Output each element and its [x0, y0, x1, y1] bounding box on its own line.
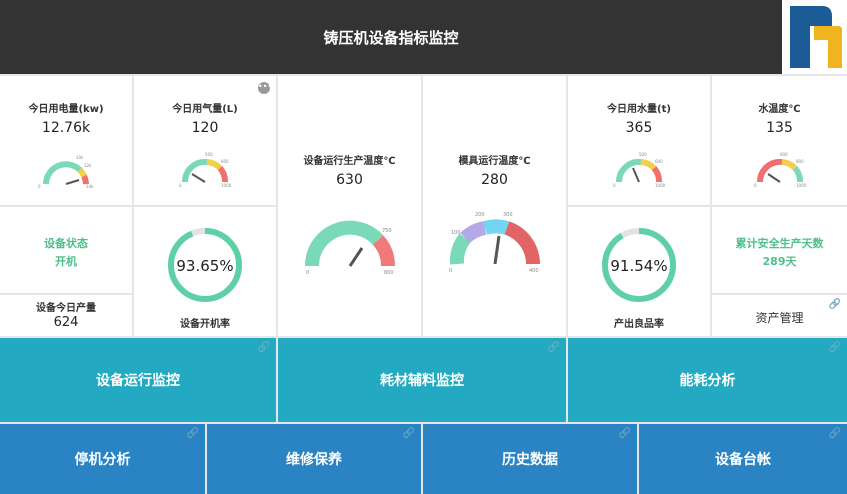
- mold-temp-gauge: 0 100 200 300 400: [449, 212, 540, 274]
- yield-value: 91.54%: [610, 257, 668, 275]
- yield-label: 产出良品率: [614, 319, 664, 330]
- device-temp-card: 设备运行生产温度℃ 630 0 750 800: [278, 76, 421, 336]
- daily-output-value: 624: [53, 315, 79, 330]
- gas-tick-3: 1000: [221, 183, 232, 188]
- uptime-label: 设备开机率: [180, 319, 230, 330]
- history-data-tile[interactable]: 🔗 历史数据: [423, 424, 637, 494]
- equipment-ledger-label: 设备台帐: [715, 452, 771, 468]
- mold-temp-tick-4: 400: [529, 268, 539, 274]
- water-tick-0: 0: [613, 183, 616, 188]
- mold-temp-label: 模具运行温度℃: [458, 156, 531, 167]
- device-temp-value: 630: [336, 172, 363, 188]
- mold-temp-tick-3: 300: [503, 212, 513, 218]
- water-temp-tick-1: 600: [780, 152, 788, 157]
- mold-temp-tick-0: 0: [449, 268, 452, 274]
- link-icon: 🔗: [257, 342, 270, 353]
- gas-tick-0: 0: [179, 183, 182, 188]
- consumables-monitoring-label: 耗材辅料监控: [380, 373, 464, 389]
- water-label: 今日用水量(t): [607, 104, 671, 115]
- link-icon: 🔗: [618, 428, 631, 439]
- downtime-analysis-tile[interactable]: 🔗 停机分析: [0, 424, 205, 494]
- mold-temp-card: 模具运行温度℃ 280 0 100 200 300 400: [423, 76, 566, 336]
- link-icon: 🔗: [828, 428, 841, 439]
- equipment-ledger-tile[interactable]: 🔗 设备台帐: [639, 424, 847, 494]
- device-temp-tick-1: 750: [382, 228, 392, 234]
- daily-output-label: 设备今日产量: [36, 303, 96, 314]
- electricity-card: 今日用电量(kw) 12.76k 0 10k 12k 14k: [0, 76, 132, 205]
- water-card: 今日用水量(t) 365 0 500 600 1000: [568, 76, 710, 205]
- electricity-tick-2: 12k: [84, 163, 92, 168]
- equipment-monitoring-label: 设备运行监控: [96, 373, 180, 389]
- daily-output-card: 设备今日产量 624: [0, 295, 132, 336]
- energy-analysis-label: 能耗分析: [679, 373, 736, 389]
- gas-tick-2: 600: [221, 159, 229, 164]
- downtime-analysis-label: 停机分析: [74, 452, 131, 468]
- water-temp-tick-0: 0: [754, 183, 757, 188]
- water-temp-card: 水温度℃ 135 0 600 800 1000: [712, 76, 847, 205]
- electricity-label: 今日用电量(kw): [28, 104, 104, 115]
- device-temp-tick-0: 0: [306, 270, 309, 276]
- water-tick-1: 500: [639, 152, 647, 157]
- mold-temp-value: 280: [481, 172, 508, 188]
- page-title-bar: 铸压机设备指标监控: [0, 0, 782, 74]
- safety-days-label: 累计安全生产天数: [735, 237, 824, 250]
- device-temp-label: 设备运行生产温度℃: [303, 156, 396, 167]
- water-temp-tick-2: 800: [796, 159, 804, 164]
- yield-card: 91.54% 产出良品率: [568, 207, 710, 336]
- electricity-tick-1: 10k: [76, 155, 84, 160]
- electricity-tick-3: 14k: [86, 184, 94, 188]
- more-icon[interactable]: •••: [258, 82, 272, 94]
- link-icon: 🔗: [402, 428, 415, 439]
- company-logo: [782, 0, 847, 74]
- maintenance-label: 维修保养: [286, 452, 342, 468]
- water-value: 365: [625, 120, 653, 136]
- gas-card: ••• 今日用气量(L) 120 0 500 600 1000: [134, 76, 276, 205]
- device-temp-gauge: 0 750 800: [304, 220, 395, 276]
- equipment-monitoring-tile[interactable]: 🔗 设备运行监控: [0, 338, 276, 422]
- uptime-value: 93.65%: [176, 257, 234, 275]
- water-gauge: 0 500 600 1000: [613, 152, 666, 188]
- gas-tick-1: 500: [205, 152, 213, 157]
- device-temp-tick-2: 800: [384, 270, 394, 276]
- mold-temp-tick-1: 100: [451, 230, 461, 236]
- uptime-card: 93.65% 设备开机率: [134, 207, 276, 336]
- device-status-value: 开机: [55, 255, 77, 268]
- history-data-label: 历史数据: [502, 452, 558, 468]
- consumables-monitoring-tile[interactable]: 🔗 耗材辅料监控: [278, 338, 566, 422]
- electricity-tick-0: 0: [38, 184, 41, 188]
- page-title: 铸压机设备指标监控: [323, 28, 459, 47]
- link-icon: 🔗: [186, 428, 199, 439]
- electricity-value: 12.76k: [41, 120, 91, 136]
- device-status-label: 设备状态: [44, 237, 88, 250]
- electricity-gauge: 0 10k 12k 14k: [38, 155, 94, 188]
- safety-days-card: 累计安全生产天数 289天: [712, 207, 847, 293]
- link-icon: 🔗: [547, 342, 560, 353]
- water-temp-value: 135: [766, 120, 793, 136]
- gas-value: 120: [191, 120, 219, 136]
- mold-temp-tick-2: 200: [475, 212, 485, 218]
- link-icon: 🔗: [828, 342, 841, 353]
- gas-gauge: 0 500 600 1000: [179, 152, 232, 188]
- water-tick-3: 1000: [655, 183, 666, 188]
- water-temp-label: 水温度℃: [758, 104, 801, 115]
- energy-analysis-tile[interactable]: 🔗 能耗分析: [568, 338, 847, 422]
- device-status-card: 设备状态 开机: [0, 207, 132, 293]
- water-tick-2: 600: [655, 159, 663, 164]
- gas-label: 今日用气量(L): [172, 104, 238, 115]
- water-temp-gauge: 0 600 800 1000: [754, 152, 807, 188]
- safety-days-value: 289天: [762, 255, 797, 268]
- asset-management-tile[interactable]: 🔗 资产管理: [712, 295, 847, 336]
- water-temp-tick-3: 1000: [796, 183, 807, 188]
- maintenance-tile[interactable]: 🔗 维修保养: [207, 424, 421, 494]
- asset-management-label: 资产管理: [755, 311, 804, 325]
